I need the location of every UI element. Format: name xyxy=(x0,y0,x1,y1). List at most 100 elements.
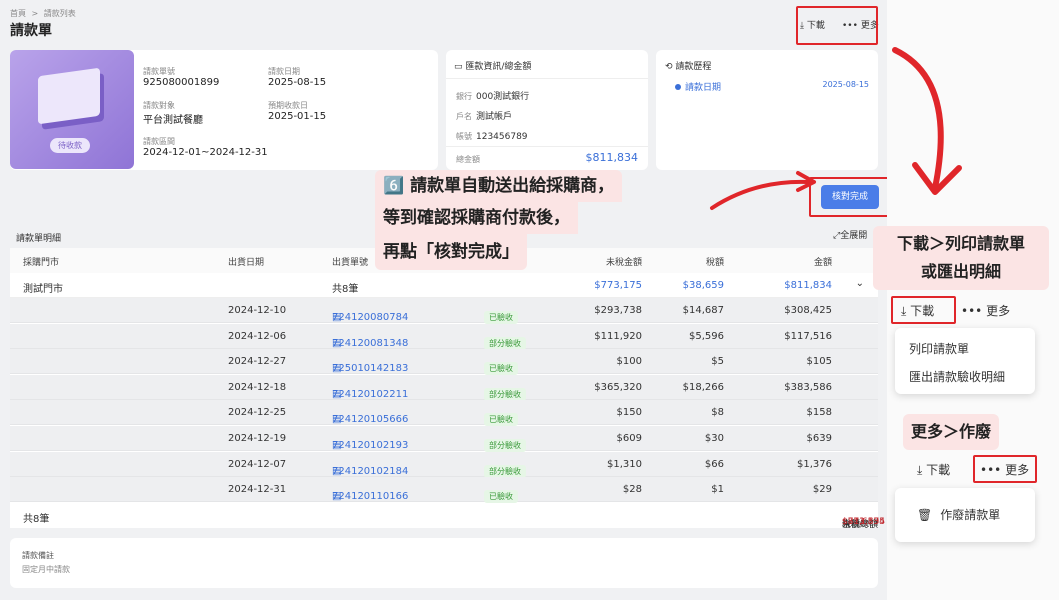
col-store: 採購門市 xyxy=(23,258,60,268)
table-row[interactable]: 2024-12-10 ▤ 724120080784 已驗收 $293,738 $14,6… xyxy=(10,298,878,324)
callout-main: 6️⃣ 請款單自動送出給採購商， xyxy=(375,170,623,202)
download-menu: 列印請款單 匯出請款驗收明細 xyxy=(895,328,1035,394)
breadcrumb-list[interactable]: 請款列表 xyxy=(44,9,76,18)
status-badge-text: 部分驗收 xyxy=(484,464,526,478)
col-date: 出貨日期 xyxy=(228,258,265,268)
period-value: 2024-12-01~2024-12-31 xyxy=(143,147,268,158)
row-untaxed: $1,310 xyxy=(607,458,642,470)
row-untaxed: $150 xyxy=(616,407,642,419)
more-label: 更多 xyxy=(986,304,1011,318)
table-row[interactable]: 2024-12-06 ▤ 724120081348 部分驗收 $111,920 $5,5… xyxy=(10,323,878,350)
invoice-date-field: 請款日期 2025-08-15 xyxy=(268,66,326,88)
callout-download: 下載＞列印請款單 或匯出明細 xyxy=(873,226,1049,290)
invoice-illustration: 待收款 xyxy=(10,50,134,169)
history-icon: ⟲ xyxy=(665,62,673,72)
row-tax: $30 xyxy=(704,433,724,444)
row-untaxed: $100 xyxy=(616,356,642,368)
note-value: 固定月中請款 xyxy=(22,565,70,574)
account-name-label: 戶名 xyxy=(456,112,472,121)
history-title-text: 請款歷程 xyxy=(675,62,712,72)
group-tax: $38,659 xyxy=(682,280,724,291)
group-untaxed: $773,175 xyxy=(594,280,642,291)
col-amount: 金額 xyxy=(813,258,832,268)
row-amount: $308,425 xyxy=(784,305,832,316)
laptop-icon xyxy=(38,67,100,125)
table-row[interactable]: 2024-12-07 ▤ 724120102184 部分驗收 $1,310 $66 $1,… xyxy=(10,451,878,478)
period-label: 請款區間 xyxy=(143,137,175,146)
shipment-no: 725010142183 xyxy=(332,363,409,375)
group-row[interactable]: 測試門市 共8筆 $773,175 $38,659 $811,834 ⌄ xyxy=(10,273,878,298)
col-shipno: 出貨單號 xyxy=(332,258,369,268)
expand-all-button[interactable]: ⤢全展開 xyxy=(833,228,867,241)
row-untaxed: $365,320 xyxy=(594,381,642,393)
download-icon: ⤓ xyxy=(917,463,923,477)
expected-date-value: 2025-01-15 xyxy=(268,111,327,122)
bank-card-title: ▭ 匯款資訊/總金額 xyxy=(454,59,531,72)
row-amount: $639 xyxy=(806,433,832,444)
shipment-no: 724120102184 xyxy=(332,465,409,477)
row-amount: $117,516 xyxy=(784,330,832,342)
callout-main-line1: 6️⃣ 請款單自動送出給採購商， xyxy=(383,176,615,196)
menu-item-export[interactable]: 匯出請款驗收明細 xyxy=(909,368,1005,385)
main-area: 首頁 > 請款列表 請款單 ⤓ 下載 ••• 更多 待收款 請款單號 92508… xyxy=(0,0,891,600)
row-amount: $105 xyxy=(806,356,832,368)
col-tax: 稅額 xyxy=(705,258,724,268)
menu-item-void[interactable]: 🗑 作廢請款單 xyxy=(917,506,1000,523)
row-date: 2024-12-06 xyxy=(228,330,287,342)
callout-download-line1: 下載＞列印請款單 xyxy=(896,234,1025,253)
expand-label: 全展開 xyxy=(840,231,868,241)
timeline-dot-icon xyxy=(675,84,681,90)
history-item: 請款日期 xyxy=(675,80,721,93)
download-button-3[interactable]: ⤓ 下載 xyxy=(917,461,950,478)
history-card: ⟲ 請款歷程 請款日期 2025-08-15 xyxy=(656,50,878,170)
row-tax: $8 xyxy=(711,407,724,419)
status-badge-text: 已驗收 xyxy=(484,311,518,324)
invoice-target-field: 請款對象 平台測試餐廳 xyxy=(143,100,203,126)
more-button-2[interactable]: ••• 更多 xyxy=(961,302,1010,319)
row-date: 2024-12-31 xyxy=(228,484,287,496)
table-row[interactable]: 2024-12-18 ▤ 724120102211 部分驗收 $365,320 $18,… xyxy=(10,374,878,401)
shipment-no: 724120110166 xyxy=(332,491,409,503)
total-label: 總金額 xyxy=(456,155,480,164)
total-value: $811,834 xyxy=(585,151,639,164)
shipment-no: 724120081348 xyxy=(332,337,409,349)
row-tax: $18,266 xyxy=(682,381,724,393)
more-menu: 🗑 作廢請款單 xyxy=(895,488,1035,542)
divider xyxy=(446,146,648,147)
footer-amount: $811,834 xyxy=(842,517,885,527)
history-title: ⟲ 請款歷程 xyxy=(665,59,711,72)
expected-date-label: 預期收款日 xyxy=(268,101,308,110)
table-row[interactable]: 2024-12-25 ▤ 724120105666 已驗收 $150 $8 $158 xyxy=(10,400,878,427)
invoice-no-value: 925080001899 xyxy=(143,77,220,88)
arrow-icon xyxy=(710,171,816,210)
row-date: 2024-12-25 xyxy=(228,407,287,419)
note-card: 請款備註 固定月中請款 xyxy=(10,538,878,588)
row-untaxed: $111,920 xyxy=(594,330,642,342)
bank-row: 銀行 000測試銀行 xyxy=(456,87,529,107)
status-badge-text: 部分驗收 xyxy=(484,336,526,350)
chevron-down-icon[interactable]: ⌄ xyxy=(856,278,864,289)
expected-date-field: 預期收款日 2025-01-15 xyxy=(268,100,326,122)
account-name-row: 戶名 測試帳戶 xyxy=(456,107,529,127)
table-row[interactable]: 2024-12-27 ▤ 725010142183 已驗收 $100 $5 $105 xyxy=(10,349,878,376)
account-no-row: 帳號 123456789 xyxy=(456,127,529,147)
invoice-target-label: 請款對象 xyxy=(143,101,175,110)
invoice-no-field: 請款單號 925080001899 xyxy=(143,66,219,88)
status-badge-text: 已驗收 xyxy=(484,413,518,427)
callout-main-line2: 等到確認採購商付款後， xyxy=(383,208,570,228)
breadcrumb-home[interactable]: 首頁 xyxy=(10,9,26,18)
table-row[interactable]: 2024-12-19 ▤ 724120102193 部分驗收 $609 $30 $639 xyxy=(10,426,878,452)
shipment-no: 724120105666 xyxy=(332,414,409,426)
row-tax: $5 xyxy=(711,356,724,368)
breadcrumb-sep: > xyxy=(31,9,39,18)
row-tax: $14,687 xyxy=(682,305,724,316)
menu-item-print[interactable]: 列印請款單 xyxy=(909,340,969,357)
status-badge-text: 已驗收 xyxy=(484,490,518,504)
bank-card: ▭ 匯款資訊/總金額 銀行 000測試銀行 戶名 測試帳戶 帳號 123456789 … xyxy=(446,50,648,170)
arrow-icon xyxy=(892,47,962,195)
shipment-no: 724120102193 xyxy=(332,440,409,451)
row-date: 2024-12-19 xyxy=(228,433,287,444)
table-row[interactable]: 2024-12-31 ▤ 724120110166 已驗收 $28 $1 $29 xyxy=(10,477,878,504)
invoice-date-value: 2025-08-15 xyxy=(268,77,327,88)
col-untaxed: 未稅金額 xyxy=(605,258,642,268)
